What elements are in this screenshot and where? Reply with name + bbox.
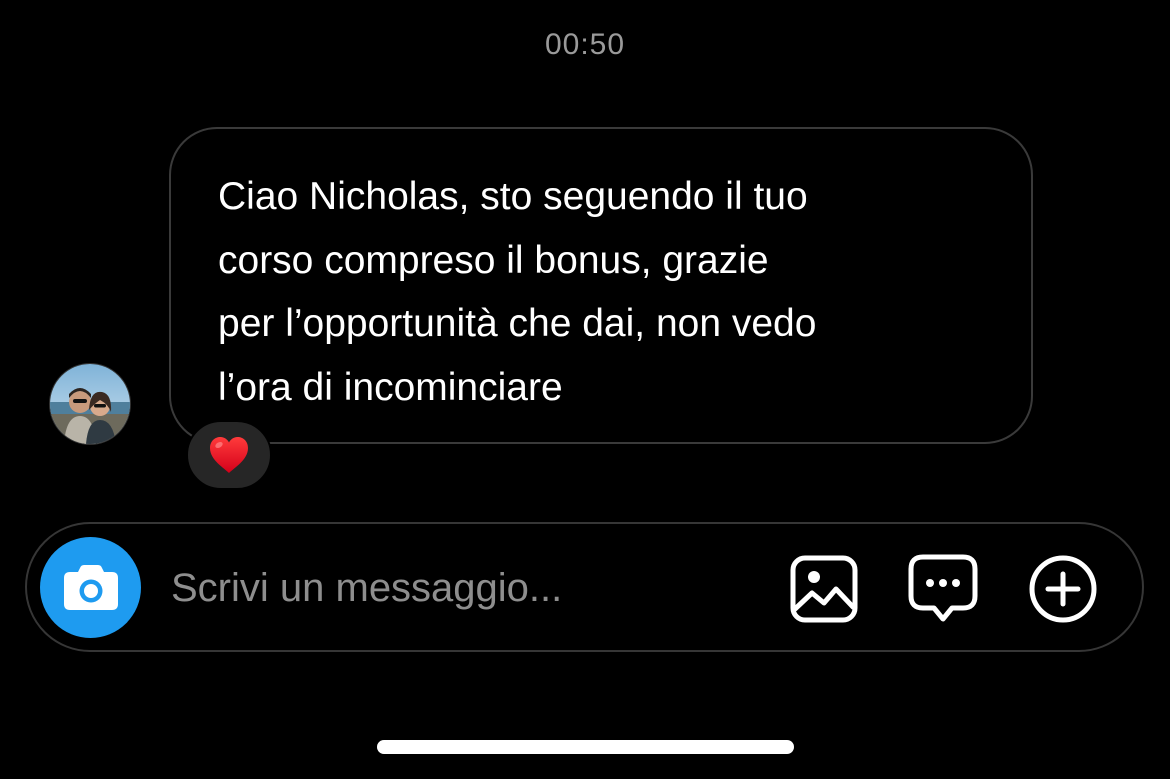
message-bubble[interactable]: Ciao Nicholas, sto seguendo il tuo corso… (169, 127, 1033, 444)
heart-icon (210, 437, 248, 473)
image-icon (790, 555, 858, 623)
add-button[interactable] (1028, 554, 1098, 624)
chat-bubble-icon (908, 554, 978, 622)
message-input[interactable] (171, 562, 751, 614)
plus-circle-icon (1029, 555, 1097, 623)
sticker-button[interactable] (908, 554, 978, 624)
camera-button[interactable] (40, 537, 141, 638)
message-composer (25, 522, 1144, 652)
message-text: Ciao Nicholas, sto seguendo il tuo corso… (218, 175, 817, 409)
reaction-badge[interactable] (186, 420, 272, 490)
avatar-photo-icon (50, 364, 130, 444)
sender-avatar[interactable] (49, 363, 131, 445)
gallery-button[interactable] (789, 554, 859, 624)
camera-icon (63, 564, 118, 610)
message-timestamp: 00:50 (544, 28, 626, 61)
home-indicator[interactable] (377, 740, 794, 754)
